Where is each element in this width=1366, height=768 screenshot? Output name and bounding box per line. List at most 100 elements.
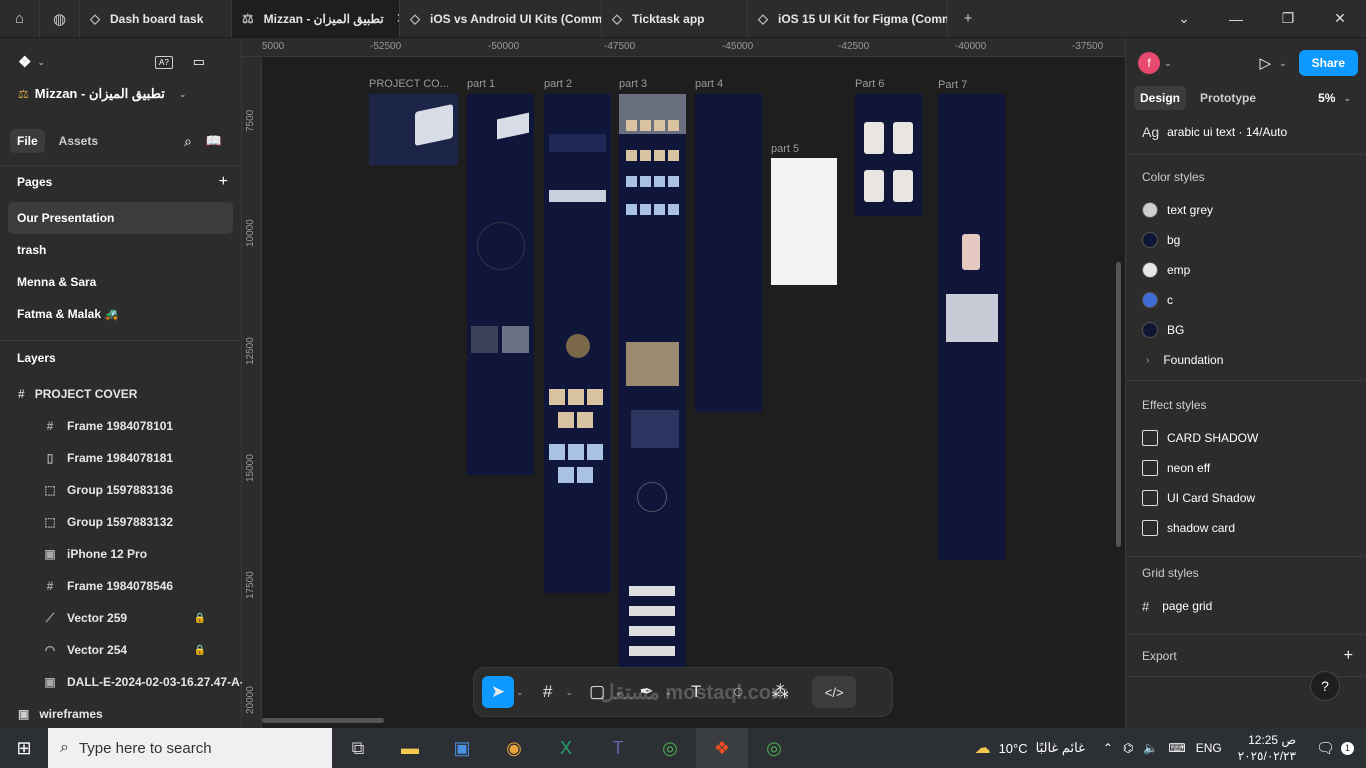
effect-style-item[interactable]: UI Card Shadow: [1126, 483, 1366, 513]
grid-style-item[interactable]: # page grid: [1126, 591, 1366, 621]
page-item[interactable]: Fatma & Malak 🚜: [0, 298, 242, 330]
search-icon[interactable]: ⌕: [184, 133, 192, 150]
zoom-level[interactable]: 5%: [1318, 91, 1335, 105]
color-style-item[interactable]: emp: [1126, 255, 1366, 285]
tab-prototype[interactable]: Prototype: [1200, 91, 1256, 105]
frame-tool-icon[interactable]: #: [532, 676, 564, 708]
color-style-item[interactable]: bg: [1126, 225, 1366, 255]
scrollbar-horizontal[interactable]: [262, 718, 384, 723]
layer-row[interactable]: ▣ DALL-E-2024-02-03-16.27.47-A-s: [0, 666, 242, 698]
library-icon[interactable]: 📖: [206, 133, 222, 149]
page-item[interactable]: Our Presentation: [8, 202, 233, 234]
excel-icon[interactable]: X: [540, 728, 592, 768]
frame-label[interactable]: part 3: [619, 78, 647, 90]
frame-part-3[interactable]: [619, 94, 686, 668]
frame-label[interactable]: part 5: [771, 143, 799, 155]
add-export-icon[interactable]: +: [1344, 647, 1353, 665]
lock-icon[interactable]: 🔒: [194, 645, 206, 656]
tab-design[interactable]: Design: [1134, 86, 1187, 110]
frame-part-7[interactable]: [938, 94, 1005, 560]
layer-row[interactable]: ▣ wireframes: [0, 698, 242, 730]
windows-start-icon[interactable]: ⊞: [0, 728, 48, 768]
volume-icon[interactable]: 🔈: [1143, 741, 1158, 755]
language-indicator[interactable]: ENG: [1196, 741, 1222, 755]
tab-dashboard[interactable]: ◇ Dash board task: [80, 0, 232, 37]
minimize-icon[interactable]: —: [1210, 0, 1262, 37]
play-icon[interactable]: ▷: [1260, 54, 1272, 72]
new-tab-icon[interactable]: +: [948, 0, 988, 37]
task-view-icon[interactable]: ⧉: [332, 728, 384, 768]
lock-icon[interactable]: 🔒: [194, 613, 206, 624]
frame-part-5[interactable]: [771, 158, 837, 285]
frame-part-4[interactable]: [695, 94, 762, 412]
keyboard-icon[interactable]: ⌨: [1168, 741, 1185, 755]
chrome-icon[interactable]: ◎: [748, 728, 800, 768]
chevron-down-icon[interactable]: ⌄: [1164, 58, 1172, 69]
frame-part-1[interactable]: [467, 94, 534, 475]
layer-row[interactable]: ⬚ Group 1597883136: [0, 474, 242, 506]
font-icon[interactable]: A?: [155, 55, 173, 69]
effect-style-item[interactable]: neon eff: [1126, 453, 1366, 483]
frame-label[interactable]: Part 6: [855, 78, 884, 90]
canvas[interactable]: 5000 -52500 -50000 -47500 -45000 -42500 …: [242, 38, 1125, 728]
foundation-group[interactable]: › Foundation: [1126, 350, 1366, 370]
add-page-icon[interactable]: +: [219, 173, 228, 191]
page-item[interactable]: trash: [0, 234, 242, 266]
chrome-icon[interactable]: ◎: [644, 728, 696, 768]
globe-icon[interactable]: ◍: [40, 0, 80, 37]
tab-assets[interactable]: Assets: [59, 134, 98, 148]
layer-row[interactable]: ▣ iPhone 12 Pro: [0, 538, 242, 570]
help-icon[interactable]: ?: [1310, 671, 1340, 701]
chevron-down-icon[interactable]: ⌄: [516, 687, 524, 698]
teams-icon[interactable]: T: [592, 728, 644, 768]
tab-ticktask[interactable]: ◇ Ticktask app: [602, 0, 748, 37]
frame-label[interactable]: part 1: [467, 78, 495, 90]
notification-icon[interactable]: 🗨: [1316, 739, 1335, 757]
chevron-down-icon[interactable]: ⌄: [1343, 93, 1351, 104]
home-icon[interactable]: ⌂: [0, 0, 40, 37]
page-item[interactable]: Menna & Sara: [0, 266, 242, 298]
effect-style-item[interactable]: shadow card: [1126, 513, 1366, 543]
tab-ios15[interactable]: ◇ iOS 15 UI Kit for Figma (Comm: [748, 0, 948, 37]
frame-part-2[interactable]: [544, 94, 611, 593]
taskbar-search[interactable]: ⌕ Type here to search: [48, 728, 332, 768]
panel-toggle-icon[interactable]: ▭: [193, 54, 205, 70]
avatar[interactable]: f: [1138, 52, 1160, 74]
figma-taskbar-icon[interactable]: ❖: [696, 728, 748, 768]
network-icon[interactable]: ⌬: [1123, 741, 1133, 755]
temperature[interactable]: 10°C: [999, 741, 1028, 756]
layer-row[interactable]: # Frame 1984078546: [0, 570, 242, 602]
move-tool-icon[interactable]: ➤: [482, 676, 514, 708]
chevron-down-icon[interactable]: ⌄: [1158, 0, 1210, 37]
effect-style-item[interactable]: CARD SHADOW: [1126, 423, 1366, 453]
paint-icon[interactable]: ◉: [488, 728, 540, 768]
chevron-up-icon[interactable]: ⌃: [1103, 741, 1113, 755]
share-button[interactable]: Share: [1298, 50, 1358, 76]
file-name[interactable]: ⚖ Mizzan - تطبيق الميزان ⌄: [0, 84, 242, 104]
layer-row[interactable]: ▯ Frame 1984078181: [0, 442, 242, 474]
frame-label[interactable]: Part 7: [938, 79, 967, 91]
tab-file[interactable]: File: [10, 129, 45, 153]
layer-row[interactable]: ⬚ Group 1597883132: [0, 506, 242, 538]
restore-icon[interactable]: ❐: [1262, 0, 1314, 37]
close-window-icon[interactable]: ✕: [1314, 0, 1366, 37]
frame-part-6[interactable]: [855, 94, 922, 216]
app-icon[interactable]: ▣: [436, 728, 488, 768]
chevron-down-icon[interactable]: ⌄: [1279, 58, 1287, 69]
color-style-item[interactable]: text grey: [1126, 195, 1366, 225]
frame-label[interactable]: part 2: [544, 78, 572, 90]
layer-row[interactable]: # Frame 1984078101: [0, 410, 242, 442]
dev-mode-icon[interactable]: </>: [812, 676, 857, 708]
main-menu[interactable]: ❖ ⌄ A? ▭: [0, 52, 242, 72]
layer-row[interactable]: ◠ Vector 254 🔒: [0, 634, 242, 666]
scrollbar-vertical[interactable]: [1116, 262, 1121, 547]
tab-ios-android[interactable]: ◇ iOS vs Android UI Kits (Comm: [400, 0, 602, 37]
color-style-item[interactable]: c: [1126, 285, 1366, 315]
clock[interactable]: 12:25 ص ٢٠٢٥/٠٢/٢٣: [1238, 732, 1296, 764]
frame-label[interactable]: PROJECT CO...: [369, 78, 449, 90]
file-explorer-icon[interactable]: ▬: [384, 728, 436, 768]
weather-text[interactable]: غائم غالبًا: [1036, 740, 1085, 756]
frame-project-cover[interactable]: [369, 94, 458, 165]
tab-mizzan[interactable]: ⚖ Mizzan - تطبيق الميزان ✕: [232, 0, 400, 37]
frame-label[interactable]: part 4: [695, 78, 723, 90]
